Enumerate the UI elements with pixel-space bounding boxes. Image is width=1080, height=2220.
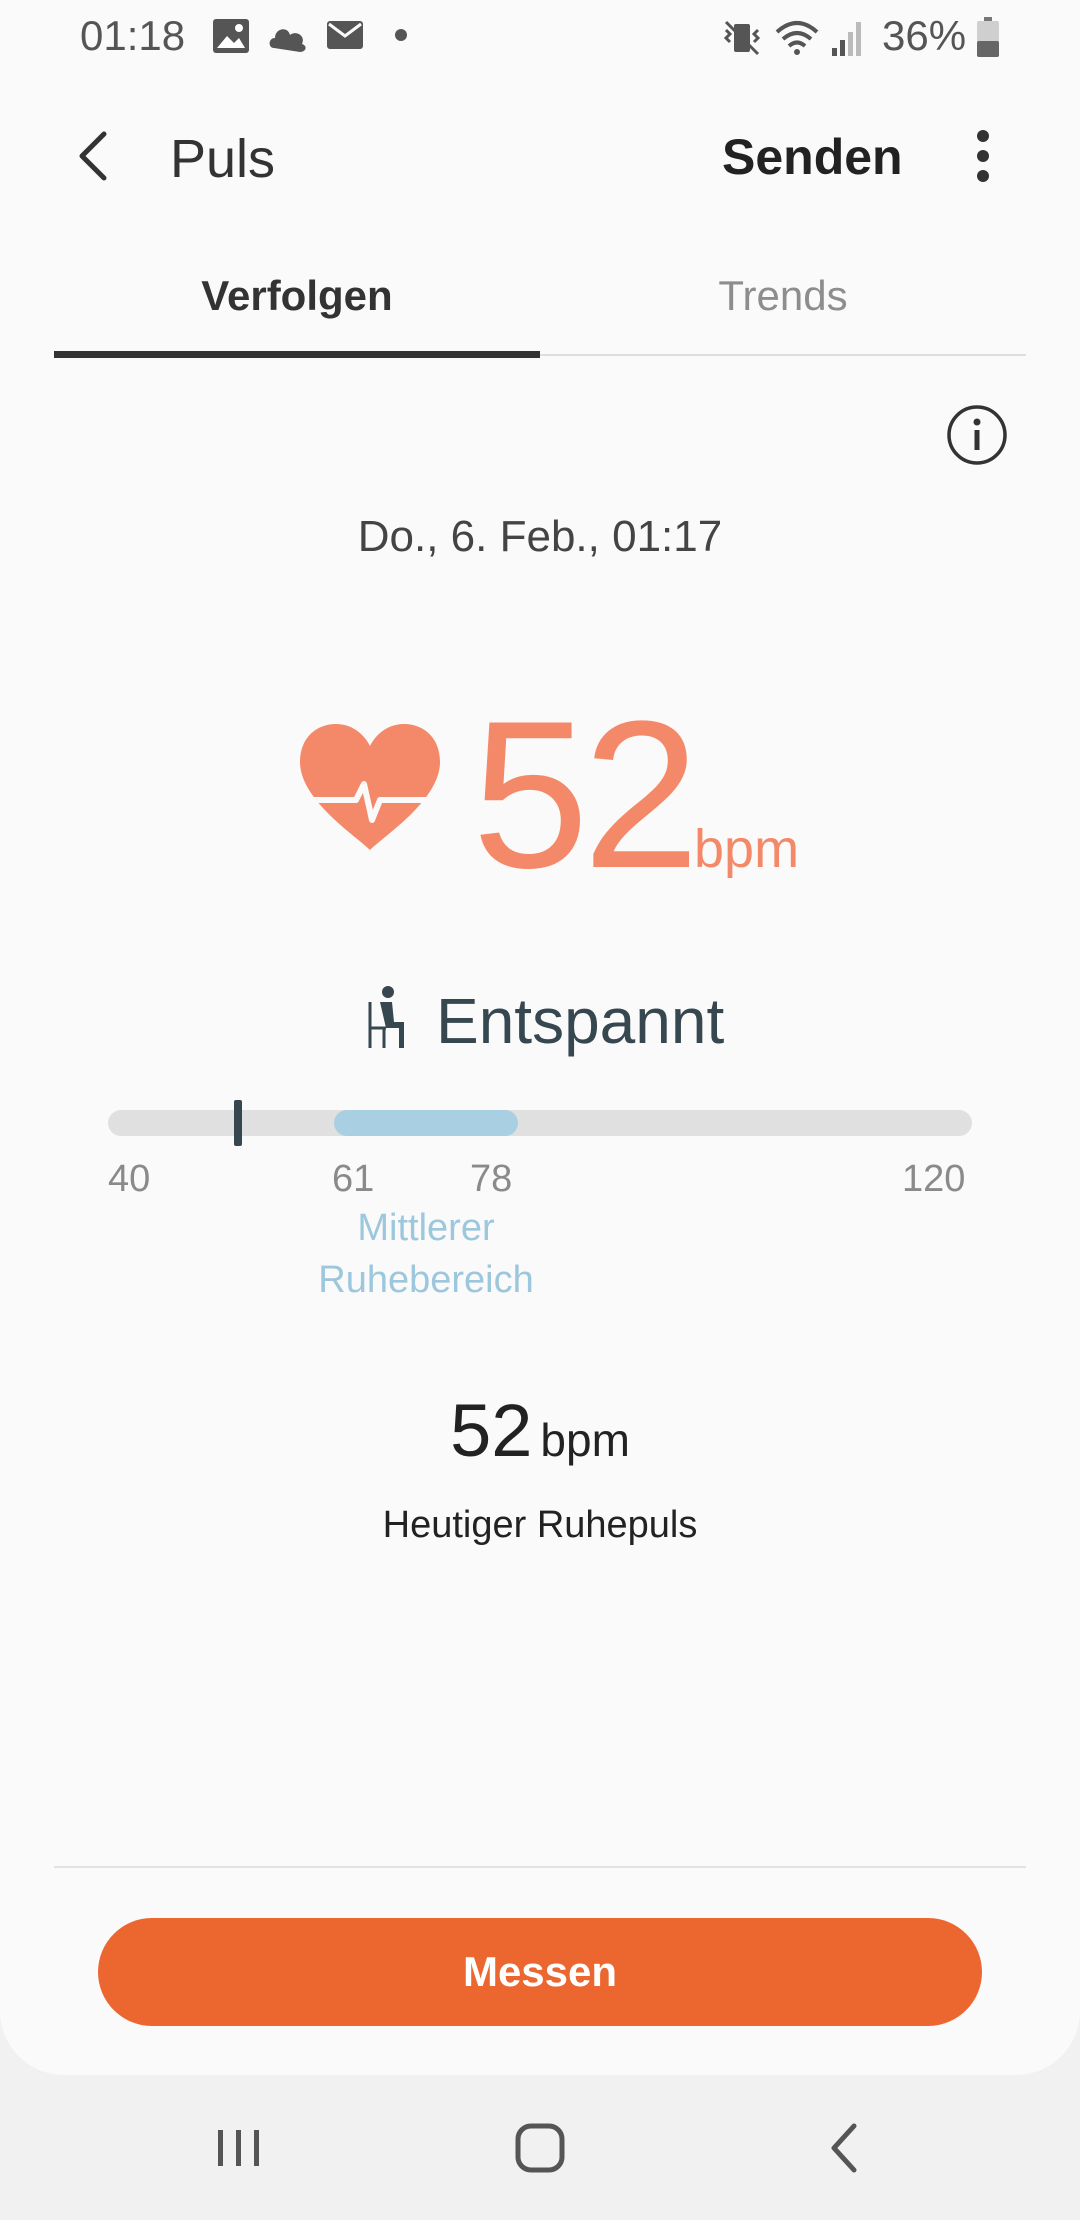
measurement-date: Do., 6. Feb., 01:17 (357, 512, 723, 561)
cloud-icon (269, 29, 306, 52)
wifi-icon (775, 21, 819, 55)
tab-indicator (54, 351, 540, 358)
range-low-label: 61 (332, 1158, 375, 1200)
measure-button[interactable]: Messen (98, 1918, 982, 2026)
resting-pulse-unit: bpm (540, 1414, 630, 1466)
range-high-label: 78 (470, 1158, 513, 1200)
battery-icon (977, 17, 999, 57)
range-min-label: 40 (108, 1158, 151, 1200)
image-icon (213, 19, 249, 53)
home-icon[interactable] (510, 2118, 570, 2178)
range-max-label: 120 (902, 1158, 966, 1200)
nav-back-icon[interactable] (822, 2118, 866, 2178)
info-icon[interactable] (946, 404, 1008, 466)
bottom-divider (54, 1866, 1026, 1868)
battery-percent: 36% (882, 12, 967, 59)
heart-rate-unit: bpm (694, 819, 800, 879)
recents-icon[interactable] (214, 2118, 264, 2178)
resting-pulse-number: 52 (450, 1389, 533, 1472)
status-bar: 01:18 36% (0, 0, 1080, 76)
signal-icon (832, 22, 861, 56)
send-button[interactable]: Senden (722, 128, 903, 186)
more-options-icon[interactable] (966, 128, 1000, 184)
tab-trends[interactable]: Trends (540, 272, 1026, 362)
current-value-marker (234, 1100, 242, 1146)
normal-range-bar (334, 1110, 518, 1136)
resting-pulse-value: 52 bpm (0, 1388, 1080, 1473)
dot-icon (395, 29, 407, 41)
heart-rate-value: 52 (472, 677, 700, 912)
tab-verfolgen[interactable]: Verfolgen (54, 272, 540, 362)
range-caption: Mittlerer Ruhebereich (318, 1207, 534, 1301)
status-label: Entspannt (436, 985, 725, 1057)
heart-rate-icon (300, 724, 440, 850)
mail-icon (327, 21, 363, 49)
sitting-person-icon (368, 986, 404, 1048)
back-button[interactable] (66, 124, 126, 188)
page-title: Puls (170, 129, 276, 189)
app-screen: 01:18 36% Puls Senden Verfolgen Trends D… (0, 0, 1080, 2075)
status-time: 01:18 (80, 12, 186, 59)
vibrate-icon (723, 20, 761, 56)
resting-pulse-label: Heutiger Ruhepuls (382, 1504, 698, 1546)
